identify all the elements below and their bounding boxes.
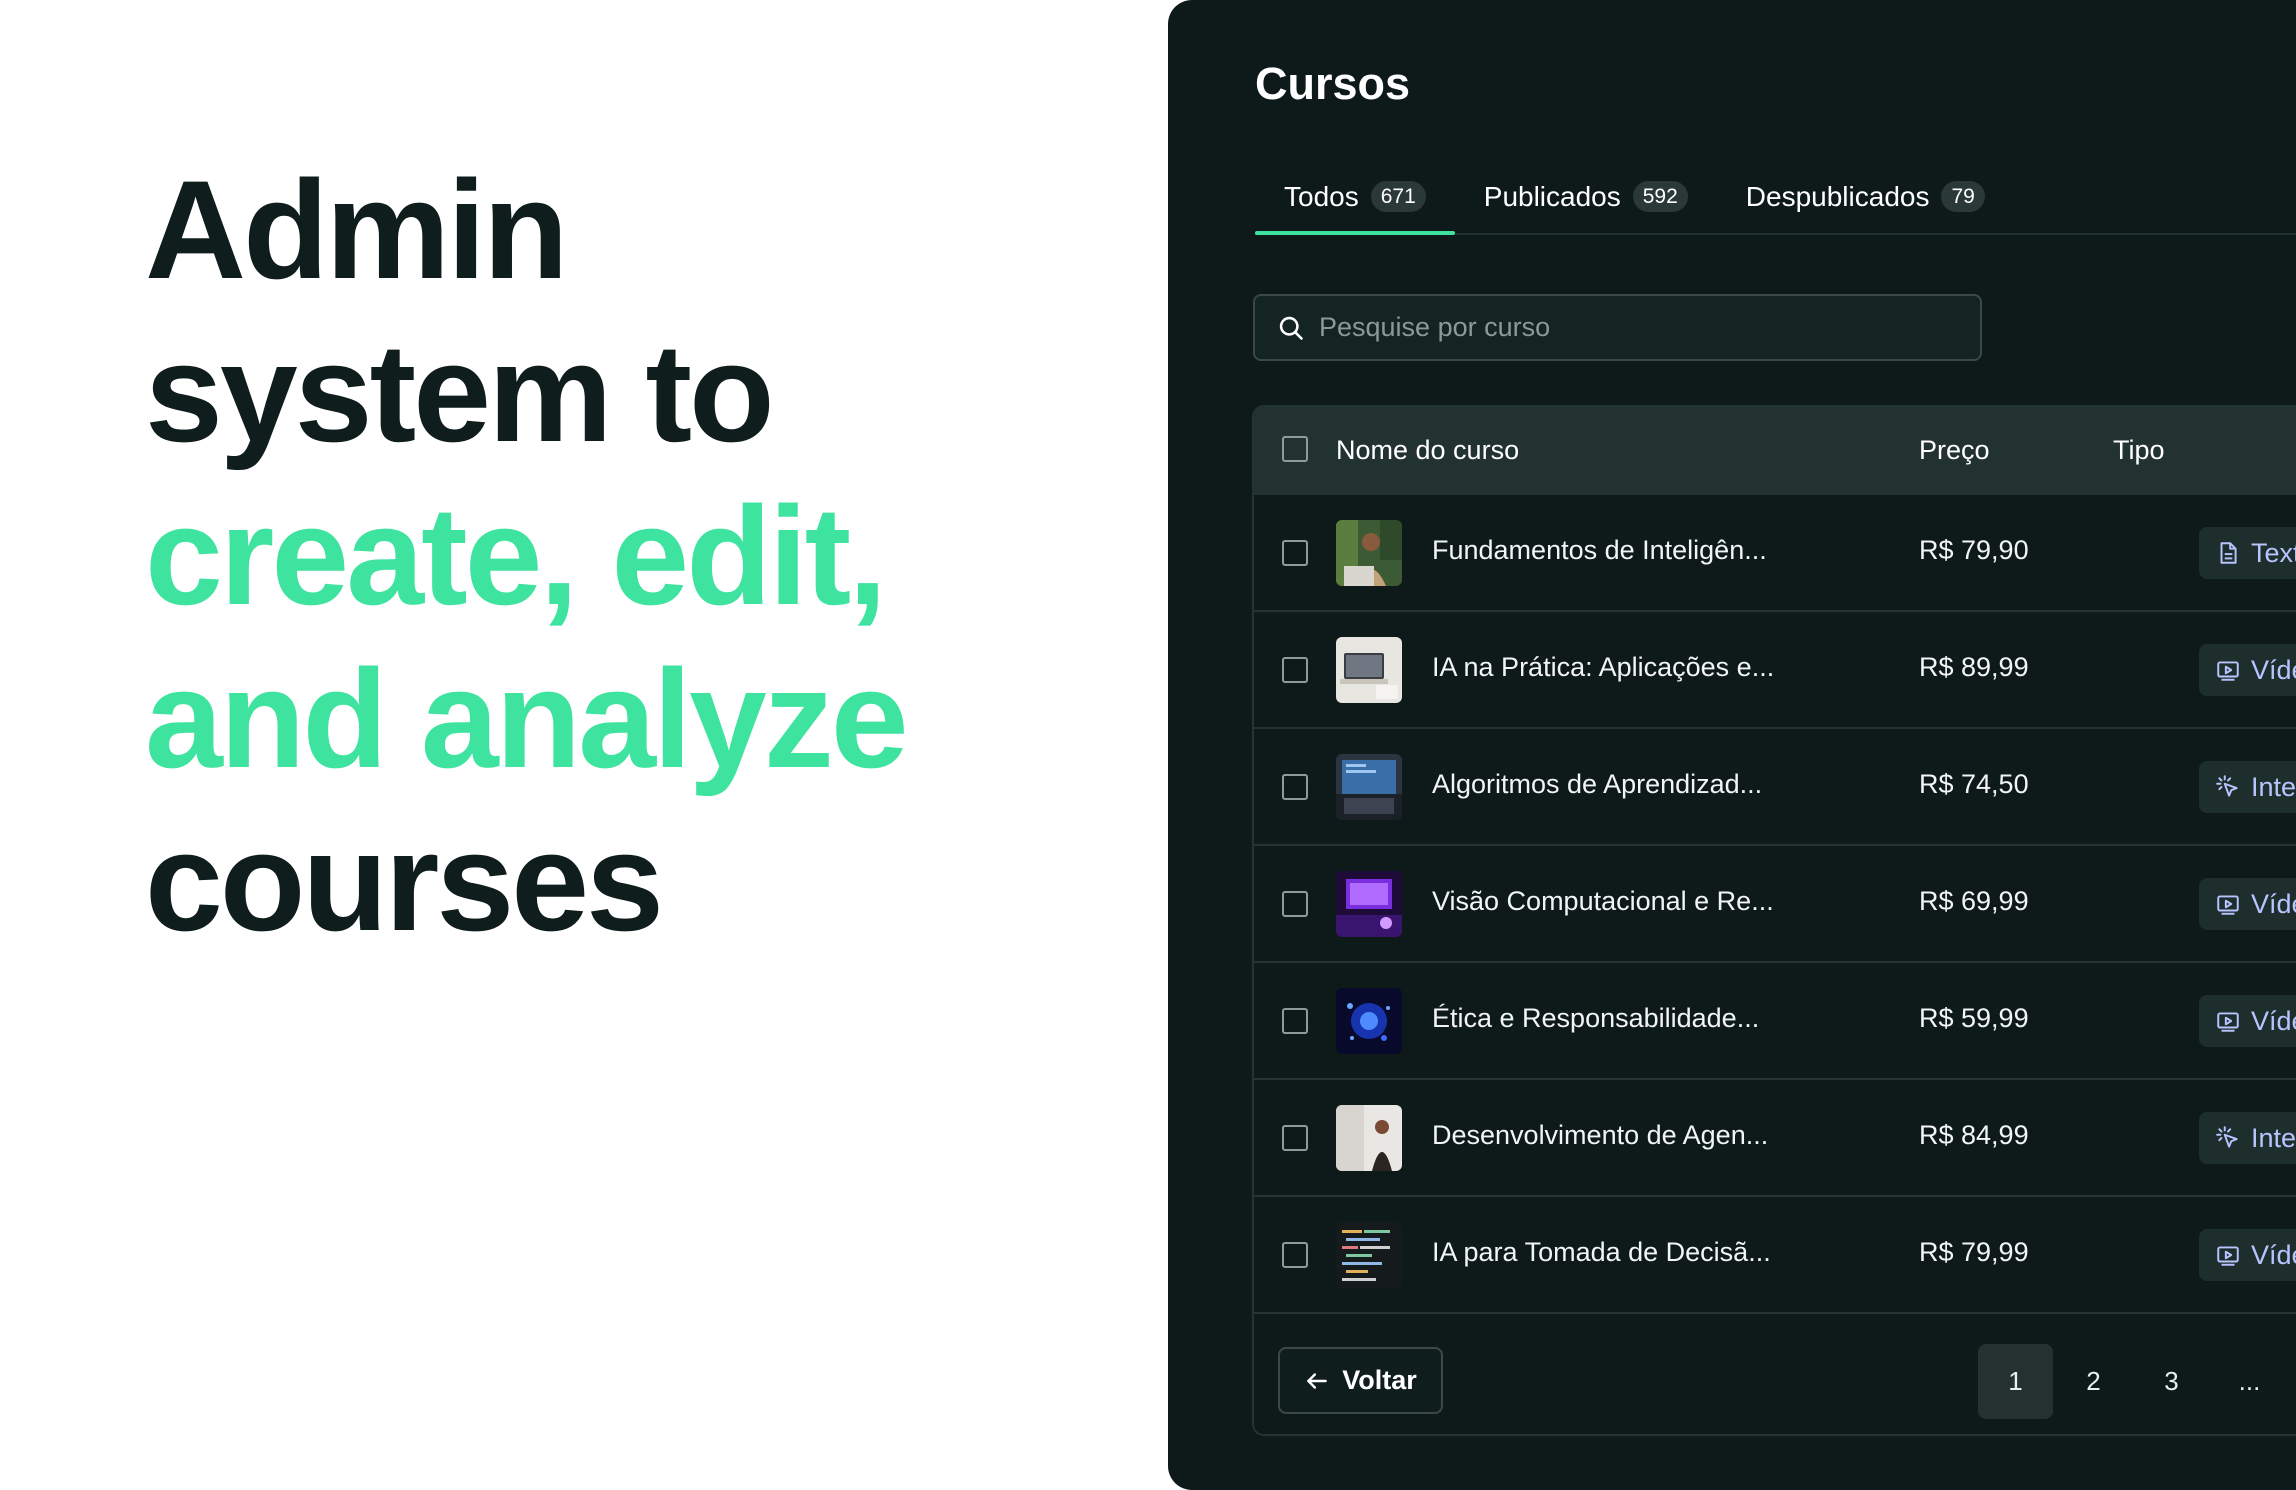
cursor-click-icon xyxy=(2216,1126,2238,1148)
course-name[interactable]: Desenvolvimento de Agen... xyxy=(1432,1120,1768,1151)
course-type-badge: Vídeo xyxy=(2199,878,2296,930)
courses-table: Nome do curso Preço Tipo Fundamentos de … xyxy=(1252,405,2296,1436)
document-icon xyxy=(2220,542,2237,564)
table-row[interactable]: Desenvolvimento de Agen... R$ 84,99 Inte… xyxy=(1254,1080,2296,1197)
page-title: Cursos xyxy=(1255,58,1411,109)
course-type-label: Vídeo xyxy=(2251,1239,2296,1270)
course-price: R$ 79,90 xyxy=(1919,535,2029,565)
back-button[interactable]: Voltar xyxy=(1278,1347,1443,1414)
video-icon xyxy=(2217,661,2239,681)
row-checkbox[interactable] xyxy=(1282,891,1308,917)
course-type-label: Interativo xyxy=(2251,771,2296,802)
row-checkbox[interactable] xyxy=(1282,774,1308,800)
row-checkbox[interactable] xyxy=(1282,1242,1308,1268)
hero-line-4: and analyze xyxy=(145,640,909,797)
table-row[interactable]: IA para Tomada de Decisã... R$ 79,99 Víd… xyxy=(1254,1197,2296,1314)
table-row[interactable]: IA na Prática: Aplicações e... R$ 89,99 … xyxy=(1254,612,2296,729)
tab-label: Todos xyxy=(1284,180,1359,212)
row-checkbox[interactable] xyxy=(1282,1008,1308,1034)
cursor-click-icon xyxy=(2216,775,2238,797)
tab-count-badge: 79 xyxy=(1941,181,1985,212)
select-all-checkbox[interactable] xyxy=(1282,436,1308,462)
course-name[interactable]: Ética e Responsabilidade... xyxy=(1432,1003,1759,1034)
course-type-label: Texto xyxy=(2251,537,2296,568)
course-price: R$ 79,99 xyxy=(1919,1237,2029,1267)
course-thumbnail xyxy=(1336,1105,1402,1171)
course-type-label: Vídeo xyxy=(2251,654,2296,685)
course-thumbnail xyxy=(1336,520,1402,586)
course-name[interactable]: Visão Computacional e Re... xyxy=(1432,886,1774,917)
course-thumbnail xyxy=(1336,1222,1402,1288)
course-name[interactable]: Fundamentos de Inteligên... xyxy=(1432,535,1767,566)
arrow-left-icon xyxy=(1307,1372,1328,1389)
table-row[interactable]: Algoritmos de Aprendizad... R$ 74,50 Int… xyxy=(1254,729,2296,846)
course-type-badge: Vídeo xyxy=(2199,644,2296,696)
hero-line-3: create, edit, xyxy=(145,477,887,634)
tab-todos[interactable]: Todos 671 xyxy=(1255,160,1455,235)
page-button-3[interactable]: 3 xyxy=(2134,1344,2209,1419)
search-box xyxy=(1253,294,1982,361)
back-button-label: Voltar xyxy=(1342,1365,1417,1395)
table-footer: Voltar 1 2 3 ... xyxy=(1254,1314,2296,1434)
tab-label: Publicados xyxy=(1483,180,1621,212)
course-price: R$ 74,50 xyxy=(1919,769,2029,799)
course-type-badge: Interativo xyxy=(2199,761,2296,813)
row-checkbox[interactable] xyxy=(1282,540,1308,566)
page-button-2[interactable]: 2 xyxy=(2056,1344,2131,1419)
course-thumbnail xyxy=(1336,988,1402,1054)
page-button-1[interactable]: 1 xyxy=(1978,1344,2053,1419)
search-icon xyxy=(1279,316,1303,340)
video-icon xyxy=(2217,1246,2239,1266)
course-type-badge: Vídeo xyxy=(2199,995,2296,1047)
search-input[interactable] xyxy=(1319,312,1980,343)
course-type-label: Interativo xyxy=(2251,1122,2296,1153)
table-row[interactable]: Visão Computacional e Re... R$ 69,99 Víd… xyxy=(1254,846,2296,963)
course-price: R$ 89,99 xyxy=(1919,652,2029,682)
course-price: R$ 84,99 xyxy=(1919,1120,2029,1150)
table-row[interactable]: Fundamentos de Inteligên... R$ 79,90 Tex… xyxy=(1254,495,2296,612)
courses-panel: Cursos Todos 671 Publicados 592 Despubli… xyxy=(1168,0,2296,1490)
course-thumbnail xyxy=(1336,754,1402,820)
table-row[interactable]: Ética e Responsabilidade... R$ 59,99 Víd… xyxy=(1254,963,2296,1080)
status-tabs: Todos 671 Publicados 592 Despublicados 7… xyxy=(1255,160,2296,235)
course-thumbnail xyxy=(1336,871,1402,937)
column-header-price[interactable]: Preço xyxy=(1919,435,1990,466)
tab-count-badge: 592 xyxy=(1632,181,1688,212)
table-header: Nome do curso Preço Tipo xyxy=(1254,407,2296,495)
row-checkbox[interactable] xyxy=(1282,1125,1308,1151)
course-name[interactable]: IA para Tomada de Decisã... xyxy=(1432,1237,1771,1268)
hero-line-5: courses xyxy=(145,803,664,960)
course-thumbnail xyxy=(1336,637,1402,703)
page-button-more[interactable]: ... xyxy=(2212,1344,2287,1419)
hero-line-2: system to xyxy=(145,314,775,471)
course-type-label: Vídeo xyxy=(2251,1005,2296,1036)
column-header-name[interactable]: Nome do curso xyxy=(1336,435,1519,466)
pagination: 1 2 3 ... xyxy=(1978,1344,2290,1419)
course-type-label: Vídeo xyxy=(2251,888,2296,919)
tab-publicados[interactable]: Publicados 592 xyxy=(1455,160,1717,233)
video-icon xyxy=(2217,1012,2239,1032)
tab-despublicados[interactable]: Despublicados 79 xyxy=(1717,160,2014,233)
hero-line-1: Admin xyxy=(145,151,569,308)
course-type-badge: Vídeo xyxy=(2199,1229,2296,1281)
course-name[interactable]: IA na Prática: Aplicações e... xyxy=(1432,652,1774,683)
video-icon xyxy=(2217,895,2239,915)
course-price: R$ 69,99 xyxy=(1919,886,2029,916)
tab-count-badge: 671 xyxy=(1370,181,1426,212)
column-header-type[interactable]: Tipo xyxy=(2113,435,2165,466)
course-type-badge: Texto xyxy=(2199,527,2296,579)
course-name[interactable]: Algoritmos de Aprendizad... xyxy=(1432,769,1762,800)
course-price: R$ 59,99 xyxy=(1919,1003,2029,1033)
hero-headline: Admin system to create, edit, and analyz… xyxy=(145,148,1045,963)
course-type-badge: Interativo xyxy=(2199,1112,2296,1164)
row-checkbox[interactable] xyxy=(1282,657,1308,683)
tab-label: Despublicados xyxy=(1745,180,1930,212)
